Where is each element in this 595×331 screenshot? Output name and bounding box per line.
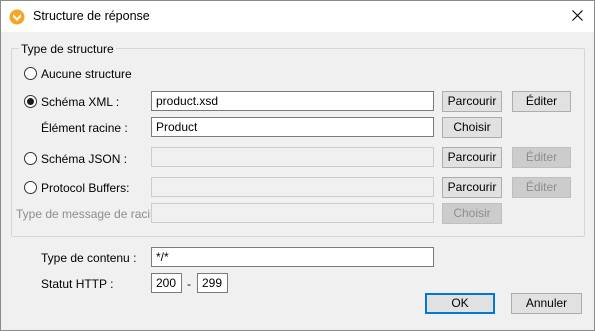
cancel-button[interactable]: Annuler: [511, 293, 582, 314]
window-title: Structure de réponse: [33, 9, 150, 23]
root-message-type-field: [151, 203, 434, 223]
http-status-separator: -: [187, 277, 191, 291]
http-status-to-field[interactable]: 299: [197, 273, 228, 293]
root-message-type-label: Type de message de racine: [16, 207, 164, 221]
radio-no-structure[interactable]: [24, 67, 37, 80]
protobuf-field: [151, 177, 434, 197]
xml-browse-button[interactable]: Parcourir: [442, 91, 502, 112]
ok-button[interactable]: OK: [425, 293, 495, 314]
group-legend: Type de structure: [19, 42, 116, 56]
root-choose-button[interactable]: Choisir: [442, 117, 502, 138]
content-type-label: Type de contenu :: [41, 251, 137, 265]
label-json-schema[interactable]: Schéma JSON :: [41, 152, 127, 166]
root-element-field[interactable]: Product: [151, 117, 434, 137]
xml-edit-button[interactable]: Éditer: [512, 91, 571, 112]
root-element-label: Élément racine :: [41, 121, 128, 135]
close-icon: [571, 9, 583, 24]
radio-json-schema[interactable]: [24, 152, 37, 165]
label-no-structure[interactable]: Aucune structure: [41, 67, 132, 81]
xml-schema-field[interactable]: product.xsd: [151, 91, 434, 111]
label-xml-schema[interactable]: Schéma XML :: [41, 95, 119, 109]
protobuf-edit-button: Éditer: [512, 177, 571, 198]
label-protocol-buffers[interactable]: Protocol Buffers:: [41, 181, 130, 195]
dialog-window: Structure de réponse Type de structure A…: [0, 0, 595, 331]
http-status-label: Statut HTTP :: [41, 277, 114, 291]
close-button[interactable]: [560, 1, 594, 32]
json-edit-button: Éditer: [512, 147, 571, 168]
json-schema-field: [151, 147, 434, 167]
http-status-from-field[interactable]: 200: [151, 273, 182, 293]
content-type-field[interactable]: */*: [151, 247, 434, 267]
radio-protocol-buffers[interactable]: [24, 181, 37, 194]
title-bar: Structure de réponse: [1, 1, 594, 32]
app-logo-icon: [9, 9, 25, 25]
radio-xml-schema[interactable]: [24, 95, 37, 108]
root-message-choose-button: Choisir: [442, 203, 502, 224]
json-browse-button[interactable]: Parcourir: [442, 147, 502, 168]
protobuf-browse-button[interactable]: Parcourir: [442, 177, 502, 198]
